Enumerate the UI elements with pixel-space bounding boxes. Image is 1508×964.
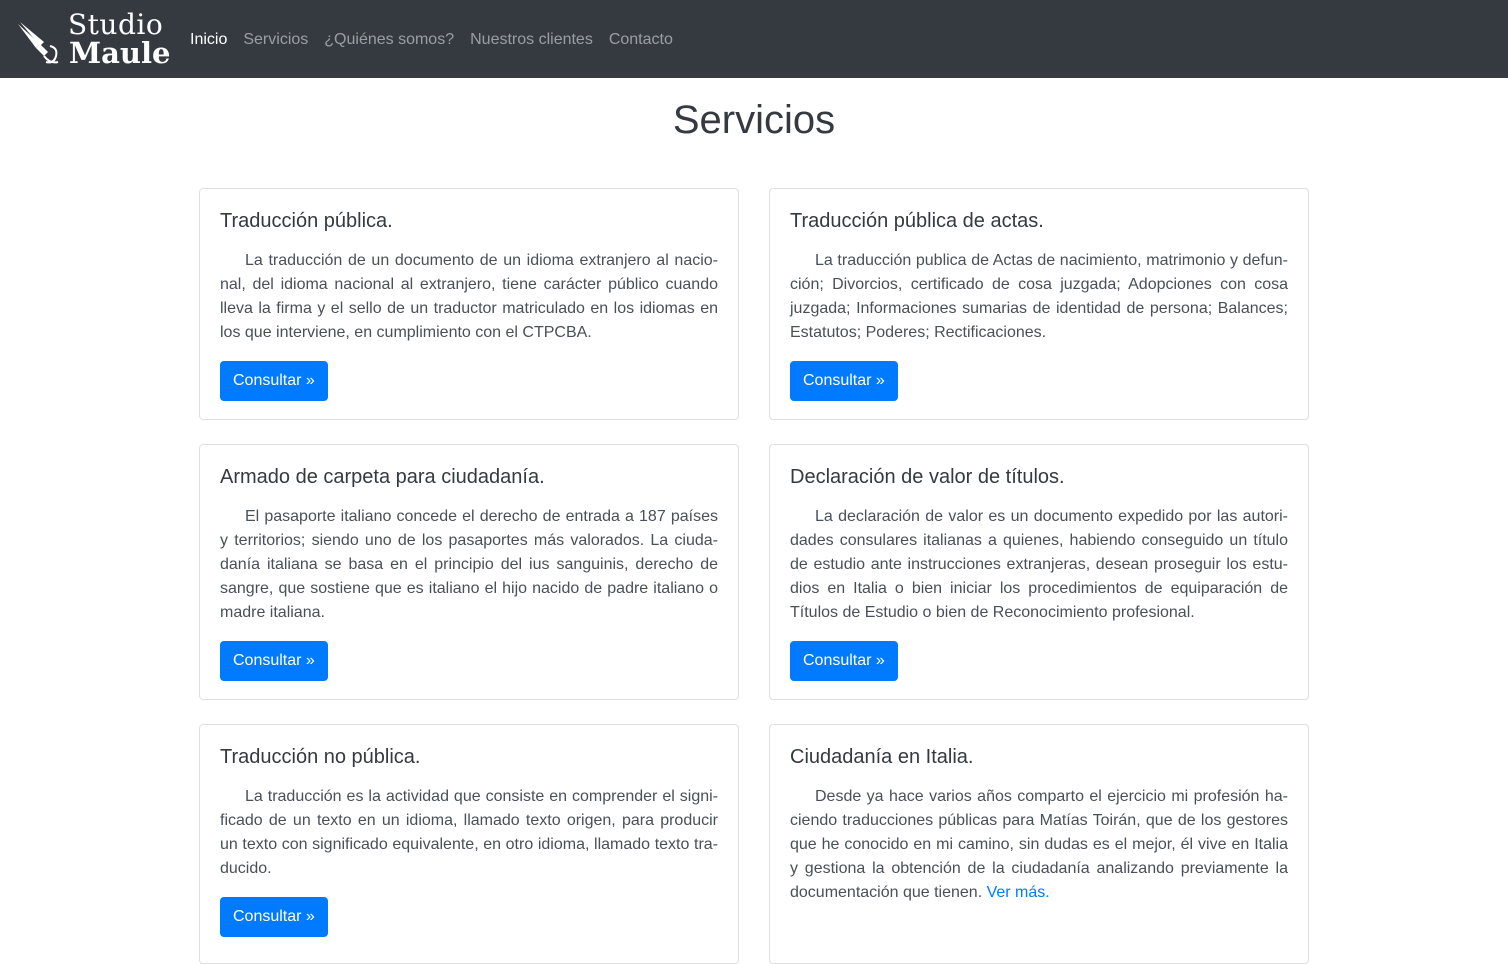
consultar-button[interactable]: Consultar » <box>790 641 898 681</box>
card-text: La declaración de valor es un documento … <box>790 508 1288 621</box>
service-card-traduccion-publica: Traducción pública. La traducción de un … <box>199 188 739 420</box>
consultar-button[interactable]: Consultar » <box>220 641 328 681</box>
card-title: Ciudadanía en Italia. <box>790 746 974 768</box>
nav-item-nuestros-clientes[interactable]: Nuestros clientes <box>462 28 601 52</box>
consultar-button[interactable]: Consultar » <box>220 361 328 401</box>
card-text: La traducción de un documento de un idio… <box>220 252 718 341</box>
service-card-armado-carpeta: Armado de carpeta para ciudadanía. El pa… <box>199 444 739 700</box>
page-title: Servicios <box>672 98 836 142</box>
service-card-traduccion-actas: Traducción pública de actas. La traducci… <box>769 188 1309 420</box>
brand-logo[interactable]: Studio Maule <box>14 8 171 70</box>
service-card-declaracion-valor: Declaración de valor de títulos. La decl… <box>769 444 1309 700</box>
card-title: Traducción no pública. <box>220 746 421 768</box>
card-text: El pasaporte italiano concede el derecho… <box>220 508 718 621</box>
card-title: Armado de carpeta para ciudadanía. <box>220 466 545 488</box>
ver-mas-link[interactable]: Ver más. <box>987 884 1050 901</box>
nav-item-servicios[interactable]: Servicios <box>235 28 316 52</box>
card-title: Traducción pública de actas. <box>790 210 1044 232</box>
consultar-button[interactable]: Consultar » <box>220 897 328 937</box>
service-card-traduccion-no-publica: Traducción no pública. La traducción es … <box>199 724 739 964</box>
card-text: La traducción es la actividad que consis… <box>220 788 718 877</box>
nav-menu: Inicio Servicios ¿Quiénes somos? Nuestro… <box>182 28 681 52</box>
top-navbar: Studio Maule Inicio Servicios ¿Quiénes s… <box>0 0 1508 78</box>
nav-item-inicio[interactable]: Inicio <box>182 28 235 52</box>
fountain-pen-icon <box>18 22 59 64</box>
nav-item-contacto[interactable]: Contacto <box>601 28 681 52</box>
consultar-button[interactable]: Consultar » <box>790 361 898 401</box>
service-card-ciudadania-italia: Ciudadanía en Italia. Desde ya hace vari… <box>769 724 1309 964</box>
card-text: Desde ya hace varios años comparto el ej… <box>790 785 1288 905</box>
card-title: Declaración de valor de títulos. <box>790 466 1065 488</box>
brand-name-line2: Maule <box>69 36 171 70</box>
card-text: La traducción publica de Actas de nacimi… <box>790 252 1288 341</box>
nav-item-quienes-somos[interactable]: ¿Quiénes somos? <box>316 28 462 52</box>
card-title: Traducción pública. <box>220 210 393 232</box>
